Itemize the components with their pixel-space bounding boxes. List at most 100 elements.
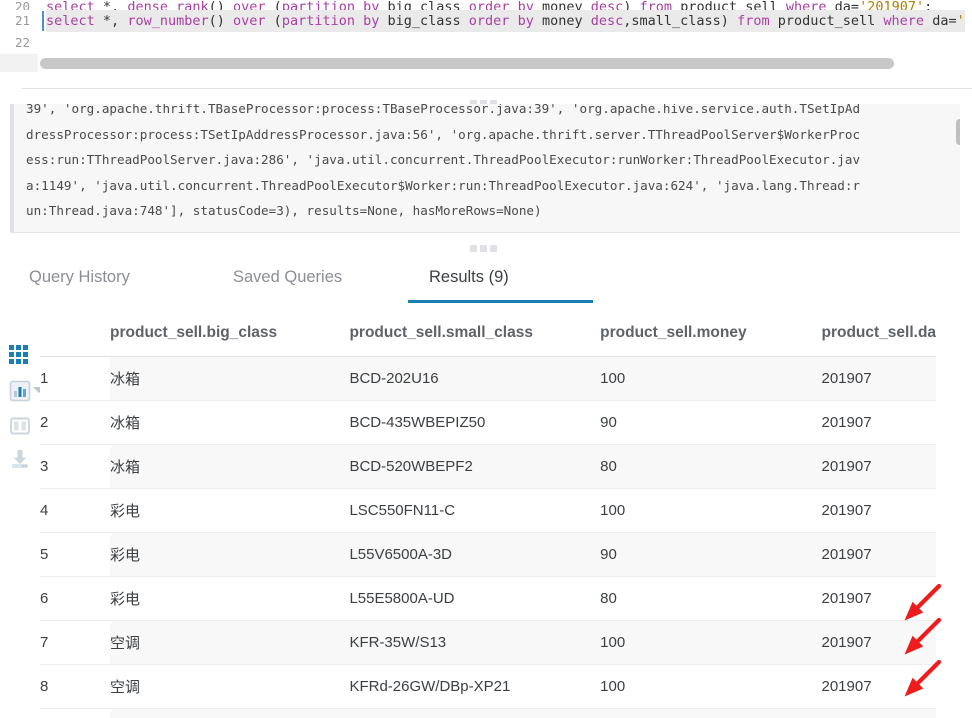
results-table-body: 1冰箱BCD-202U1610020190712冰箱BCD-435WBEPIZ5…: [40, 356, 936, 718]
editor-divider: [22, 88, 972, 89]
table-right-clip-mask: [936, 310, 972, 718]
cell-index: 4: [40, 488, 111, 533]
handle-dot: [470, 245, 477, 252]
output-vertical-scrollbar-thumb[interactable]: [956, 119, 960, 145]
cell-da: 201907: [821, 488, 936, 533]
cell-small-class: BCD-435WBEPIZ50: [349, 400, 601, 445]
cell-index: 6: [40, 576, 111, 621]
table-row[interactable]: 2冰箱BCD-435WBEPIZ50902019072: [40, 400, 936, 445]
results-tab-bar: Query History Saved Queries Results (9): [0, 258, 972, 310]
tab-saved-queries[interactable]: Saved Queries: [233, 258, 342, 310]
grid-cell: [9, 345, 14, 350]
cell-money: 90: [600, 708, 822, 718]
cell-money: 90: [600, 532, 822, 577]
cell-da: 201907: [821, 576, 936, 621]
grid-cell: [16, 345, 21, 350]
cell-money: 100: [600, 488, 822, 533]
cell-big-class: 空调: [110, 620, 350, 665]
grid-cell: [16, 352, 21, 357]
grid-view-icon[interactable]: [9, 345, 31, 367]
cell-da: 201907: [821, 708, 936, 718]
bar-chart-icon[interactable]: [9, 380, 31, 402]
tab-results-label: Results (9): [429, 268, 509, 286]
grid-cell: [9, 352, 14, 357]
cell-money: 100: [600, 620, 822, 665]
table-row[interactable]: 7空调KFR-35W/S131002019071: [40, 620, 936, 665]
cell-da: 201907: [821, 532, 936, 577]
cell-da: 201907: [821, 444, 936, 489]
cell-index: 5: [40, 532, 111, 577]
table-row[interactable]: 3冰箱BCD-520WBEPF2802019073: [40, 444, 936, 489]
cell-big-class: 冰箱: [110, 356, 350, 401]
table-row[interactable]: 5彩电L55V6500A-3D902019072: [40, 532, 936, 577]
sql-code-editor[interactable]: 20 select *, dense_rank() over (partitio…: [0, 0, 972, 90]
output-divider: [10, 232, 960, 233]
cell-index: 8: [40, 664, 111, 709]
cell-index: 2: [40, 400, 111, 445]
cell-big-class: 空调: [110, 664, 350, 709]
table-row[interactable]: 8空调KFRd-26GW/DBp-XP211002019072: [40, 664, 936, 709]
cell-small-class: KFR-35W/S13: [349, 620, 601, 665]
cell-money: 100: [600, 356, 822, 401]
table-row[interactable]: 9空调KFRd-35G/E012BpA902019073: [40, 708, 936, 718]
cell-money: 90: [600, 400, 822, 445]
table-header-row: product_sell.big_class product_sell.smal…: [40, 310, 936, 357]
handle-dot: [480, 245, 487, 252]
code-line-21[interactable]: 21 select *, row_number() over (partitio…: [0, 10, 972, 32]
cell-da: 201907: [821, 620, 936, 665]
column-header-da[interactable]: product_sell.da: [821, 310, 936, 357]
download-icon[interactable]: [9, 448, 31, 470]
results-view-toolbar: [0, 330, 45, 490]
cell-big-class: 彩电: [110, 488, 350, 533]
cell-index: 1: [40, 356, 111, 401]
tab-query-history[interactable]: Query History: [29, 258, 130, 310]
cell-big-class: 彩电: [110, 532, 350, 577]
tab-saved-queries-label: Saved Queries: [233, 268, 343, 286]
cell-small-class: KFRd-26GW/DBp-XP21: [349, 664, 601, 709]
query-output-log-panel[interactable]: 39', 'org.apache.thrift.TBaseProcessor:p…: [10, 104, 960, 232]
cell-small-class: BCD-202U16: [349, 356, 601, 401]
cell-money: 80: [600, 444, 822, 489]
cell-money: 80: [600, 576, 822, 621]
panel-resize-handle-bottom[interactable]: [470, 245, 504, 253]
table-row[interactable]: 6彩电L55E5800A-UD802019073: [40, 576, 936, 621]
grid-cell: [23, 345, 28, 350]
cell-small-class: KFRd-35G/E012BpA: [349, 708, 601, 718]
columns-layout-icon[interactable]: [9, 415, 31, 437]
query-error-message: 39', 'org.apache.thrift.TBaseProcessor:p…: [26, 104, 861, 218]
cell-da: 201907: [821, 664, 936, 709]
cell-index: 9: [40, 708, 111, 718]
grid-cell: [9, 359, 14, 364]
grid-cell: [16, 359, 21, 364]
cell-da: 201907: [821, 400, 936, 445]
tab-results[interactable]: Results (9): [408, 258, 593, 310]
cell-index: 7: [40, 620, 111, 665]
cell-money: 100: [600, 664, 822, 709]
cell-big-class: 冰箱: [110, 444, 350, 489]
grid-cell: [23, 359, 28, 364]
table-row[interactable]: 1冰箱BCD-202U161002019071: [40, 356, 936, 401]
grid-cell: [23, 352, 28, 357]
cell-small-class: LSC550FN11-C: [349, 488, 601, 533]
cell-index: 3: [40, 444, 111, 489]
line-number-22: 22: [0, 32, 38, 54]
cell-big-class: 彩电: [110, 576, 350, 621]
handle-dot: [490, 245, 497, 252]
cell-big-class: 冰箱: [110, 400, 350, 445]
line-number-21: 21: [0, 10, 38, 32]
results-data-table[interactable]: product_sell.big_class product_sell.smal…: [40, 310, 936, 718]
cell-small-class: L55E5800A-UD: [349, 576, 601, 621]
results-table-element: product_sell.big_class product_sell.smal…: [40, 310, 936, 718]
column-header-big-class[interactable]: product_sell.big_class: [110, 310, 350, 357]
editor-horizontal-scrollbar-thumb[interactable]: [40, 58, 894, 69]
column-header-index[interactable]: [40, 310, 111, 357]
code-line-22[interactable]: 22: [0, 32, 972, 54]
table-row[interactable]: 4彩电LSC550FN11-C1002019071: [40, 488, 936, 533]
cell-small-class: BCD-520WBEPF2: [349, 444, 601, 489]
cell-small-class: L55V6500A-3D: [349, 532, 601, 577]
column-header-money[interactable]: product_sell.money: [600, 310, 822, 357]
cell-da: 201907: [821, 356, 936, 401]
cell-big-class: 空调: [110, 708, 350, 718]
code-line-21-text: select *, row_number() over (partition b…: [46, 10, 965, 32]
column-header-small-class[interactable]: product_sell.small_class: [349, 310, 601, 357]
